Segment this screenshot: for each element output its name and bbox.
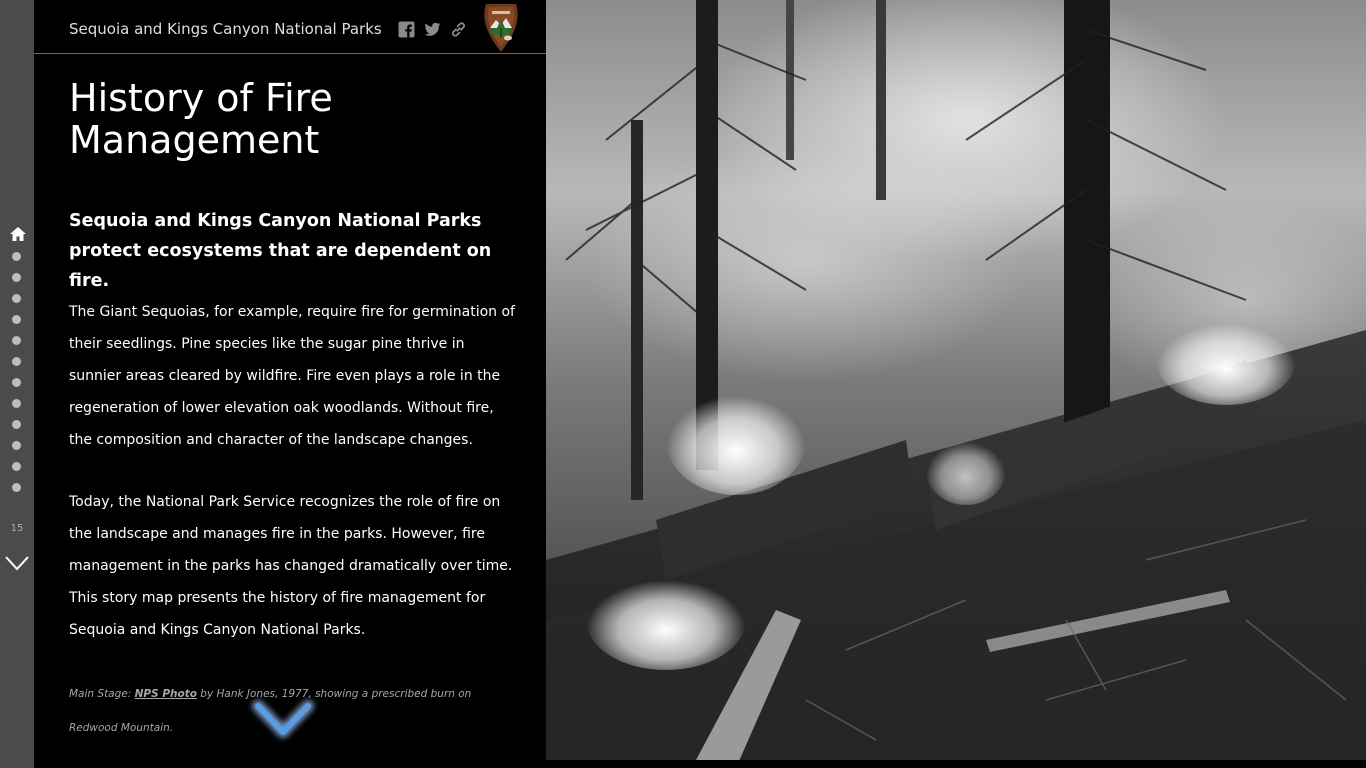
link-icon[interactable] <box>450 21 467 38</box>
nav-dot[interactable] <box>12 273 21 282</box>
page-title: History of Fire Management <box>69 76 333 162</box>
nav-dot[interactable] <box>12 336 21 345</box>
nps-photo-link[interactable]: NPS Photo <box>135 688 197 700</box>
caption-prefix: Main Stage: <box>69 688 135 700</box>
nav-dot[interactable] <box>12 462 21 471</box>
nav-dot[interactable] <box>12 252 21 261</box>
home-icon[interactable] <box>9 226 27 242</box>
body-paragraph-2: Today, the National Park Service recogni… <box>69 494 513 638</box>
chevron-down-icon[interactable] <box>5 553 29 573</box>
story-navigation-rail: 15 <box>0 0 34 768</box>
body-paragraph-1: The Giant Sequoias, for example, require… <box>69 304 515 448</box>
nav-dot[interactable] <box>12 315 21 324</box>
nav-dot[interactable] <box>12 399 21 408</box>
nav-dot[interactable] <box>12 357 21 366</box>
facebook-icon[interactable] <box>398 21 415 38</box>
nav-dot[interactable] <box>12 378 21 387</box>
forest-fire-image <box>546 0 1366 768</box>
nav-dot[interactable] <box>12 483 21 492</box>
twitter-icon[interactable] <box>424 21 441 38</box>
nps-arrowhead-logo <box>484 4 518 52</box>
lead-statement: Sequoia and Kings Canyon National Parks … <box>69 211 492 291</box>
nav-dot[interactable] <box>12 441 21 450</box>
side-panel: Sequoia and Kings Canyon National Parks <box>34 0 546 768</box>
header-title: Sequoia and Kings Canyon National Parks <box>69 20 382 38</box>
nav-dot[interactable] <box>12 420 21 429</box>
section-count: 15 <box>10 523 24 534</box>
main-stage-photo <box>546 0 1366 768</box>
header-bar: Sequoia and Kings Canyon National Parks <box>34 0 546 54</box>
nav-dot[interactable] <box>12 294 21 303</box>
scroll-down-chevron-icon[interactable] <box>246 694 320 746</box>
